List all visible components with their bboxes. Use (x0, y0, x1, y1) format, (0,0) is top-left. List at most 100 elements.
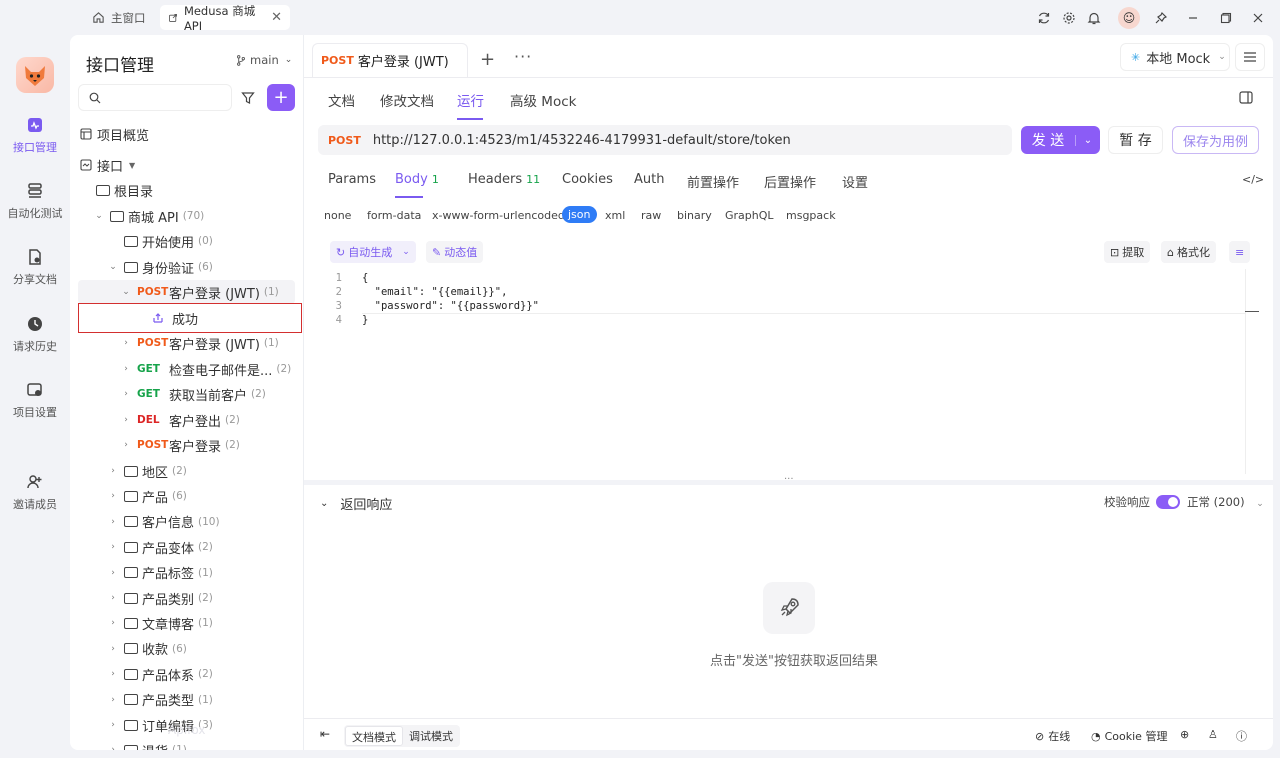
tree-folder[interactable]: › 订单编辑 (3) (108, 713, 303, 737)
tab-auth[interactable]: Auth (634, 172, 664, 187)
chevron-down-icon[interactable]: ⌄ (1075, 134, 1100, 146)
body-type-raw[interactable]: raw (641, 209, 661, 222)
upload-icon[interactable]: ⊕ (1180, 728, 1189, 741)
endpoint-tab[interactable]: POST 客户登录 (JWT) (312, 43, 468, 77)
branch-selector[interactable]: main ⌄ (236, 53, 292, 67)
tree-folder[interactable]: › 产品类型 (1) (108, 688, 303, 712)
mode-switch[interactable]: 文档模式 调试模式 (344, 725, 460, 747)
url-input[interactable]: POST http://127.0.0.1:4523/m1/4532246-41… (318, 125, 1012, 155)
body-type-json[interactable]: json (562, 206, 597, 223)
new-tab-button[interactable]: + (480, 49, 495, 70)
auto-generate-button[interactable]: ↻ 自动生成 ⌄ (330, 241, 416, 263)
tree-folder-auth[interactable]: ⌄ 身份验证 (6) (108, 255, 303, 279)
body-type-none[interactable]: none (324, 209, 351, 222)
body-type-graphql[interactable]: GraphQL (725, 209, 774, 222)
tab-settings[interactable]: 设置 (842, 172, 868, 191)
search-input[interactable] (78, 84, 232, 111)
body-type-xwwwformurlencoded[interactable]: x-www-form-urlencoded (432, 209, 565, 222)
stash-button[interactable]: 暂 存 (1108, 126, 1163, 154)
tree-endpoint[interactable]: › DEL 客户登出 (2) (121, 408, 303, 432)
rail-item-share-docs[interactable]: 分享文档 (0, 247, 70, 287)
tab-advanced-mock[interactable]: 高级 Mock (510, 90, 576, 110)
tab-main-window[interactable]: 主窗口 (84, 5, 154, 30)
rail-item-settings[interactable]: 项目设置 (0, 380, 70, 420)
online-status[interactable]: ⊘ 在线 (1035, 728, 1070, 744)
tree-folder[interactable]: › 收款 (6) (108, 637, 303, 661)
tree-endpoint-login-jwt-active[interactable]: ⌄ POST 客户登录 (JWT) (1) (78, 280, 295, 304)
dynamic-value-button[interactable]: ✎ 动态值 (426, 241, 484, 263)
status-select[interactable]: 正常 (200) ⌄ (1187, 494, 1264, 510)
shirt-icon[interactable]: ♙ (1208, 728, 1218, 741)
close-window-icon[interactable] (1246, 6, 1270, 30)
environment-select[interactable]: ✳ 本地 Mock ⌄ (1120, 43, 1230, 71)
tab-run[interactable]: 运行 (457, 90, 484, 110)
method-select[interactable]: POST (328, 134, 361, 147)
tree-folder[interactable]: › 客户信息 (10) (108, 510, 303, 534)
menu-button[interactable] (1235, 43, 1265, 71)
tab-pre-ops[interactable]: 前置操作 (687, 172, 739, 191)
tab-edit-doc[interactable]: 修改文档 (380, 90, 434, 110)
bell-icon[interactable] (1082, 6, 1106, 30)
sidebar-item-interfaces[interactable]: 接口 ▼ (80, 153, 303, 177)
filter-button[interactable] (236, 84, 260, 111)
tree-folder[interactable]: › 地区 (2) (108, 459, 303, 483)
tree-folder-shop[interactable]: ⌄ 商城 API (70) (94, 204, 303, 228)
add-button[interactable]: + (267, 84, 295, 111)
tree-folder[interactable]: › 产品标签 (1) (108, 561, 303, 585)
tree-folder[interactable]: › 文章博客 (1) (108, 611, 303, 635)
tab-params[interactable]: Params (328, 172, 376, 187)
project-logo[interactable] (16, 57, 54, 93)
tab-post-ops[interactable]: 后置操作 (764, 172, 816, 191)
verify-toggle[interactable] (1156, 495, 1180, 509)
tree-endpoint[interactable]: › GET 检查电子邮件是... (2) (121, 357, 303, 381)
url-text[interactable]: http://127.0.0.1:4523/m1/4532246-4179931… (373, 133, 791, 148)
rail-item-automation[interactable]: 自动化测试 (0, 181, 70, 221)
doc-mode-button[interactable]: 文档模式 (345, 726, 403, 746)
tab-doc[interactable]: 文档 (328, 90, 355, 110)
rail-item-api-management[interactable]: 接口管理 (0, 115, 70, 155)
tree-folder-start[interactable]: 开始使用 (0) (124, 229, 303, 253)
pin-icon[interactable] (1149, 6, 1173, 30)
editor-scrollbar[interactable] (1245, 269, 1259, 474)
extract-button[interactable]: ⊡ 提取 (1104, 241, 1151, 263)
body-type-binary[interactable]: binary (677, 209, 712, 222)
tree-endpoint[interactable]: › GET 获取当前客户 (2) (121, 382, 303, 406)
split-handle[interactable]: ··· (304, 474, 1273, 485)
tab-cookies[interactable]: Cookies (562, 172, 613, 187)
tab-headers[interactable]: Headers 11 (468, 172, 540, 187)
debug-mode-button[interactable]: 调试模式 (403, 726, 459, 746)
wrap-lines-icon[interactable]: ≡ (1229, 241, 1251, 263)
tree-folder[interactable]: › 产品 (6) (108, 484, 303, 508)
tree-endpoint[interactable]: › POST 客户登录 (2) (121, 433, 303, 457)
tree-endpoint[interactable]: › POST 客户登录 (JWT) (1) (121, 331, 303, 355)
gear-icon[interactable] (1057, 6, 1081, 30)
close-icon[interactable]: ✕ (271, 10, 282, 25)
help-icon[interactable]: ⓘ (1236, 728, 1247, 744)
body-type-msgpack[interactable]: msgpack (786, 209, 836, 222)
cookie-manager[interactable]: ◔ Cookie 管理 (1091, 728, 1167, 744)
code-icon[interactable]: </> (1242, 173, 1264, 186)
tree-root-folder[interactable]: 根目录 (96, 178, 303, 202)
tree-folder[interactable]: › 产品体系 (2) (108, 662, 303, 686)
body-type-formdata[interactable]: form-data (367, 209, 421, 222)
send-button[interactable]: 发 送 ⌄ (1021, 126, 1100, 154)
response-header[interactable]: ⌄ 返回响应 (320, 494, 392, 513)
save-as-case-button[interactable]: 保存为用例 (1172, 126, 1259, 154)
panel-toggle-icon[interactable] (1239, 91, 1253, 108)
code-editor[interactable]: 1{2 "email": "{{email}}", 3 "password": "… (318, 267, 1259, 477)
tree-folder[interactable]: › 产品变体 (2) (108, 535, 303, 559)
maximize-icon[interactable] (1214, 6, 1238, 30)
format-button[interactable]: ⌂ 格式化 (1161, 241, 1216, 263)
sync-icon[interactable] (1032, 6, 1056, 30)
tree-folder[interactable]: › 产品类别 (2) (108, 586, 303, 610)
tree-folder[interactable]: › 退货 (1) (108, 738, 303, 750)
minimize-icon[interactable] (1181, 6, 1205, 30)
tab-project[interactable]: Medusa 商城 API ✕ (160, 4, 290, 33)
avatar[interactable]: ☺ (1118, 6, 1140, 29)
body-type-xml[interactable]: xml (605, 209, 625, 222)
rail-item-invite[interactable]: 邀请成员 (0, 472, 70, 512)
sidebar-item-overview[interactable]: 项目概览 (80, 122, 303, 146)
verify-response[interactable]: 校验响应 (1104, 494, 1180, 510)
more-icon[interactable]: ··· (514, 47, 532, 66)
rail-item-history[interactable]: 请求历史 (0, 314, 70, 354)
